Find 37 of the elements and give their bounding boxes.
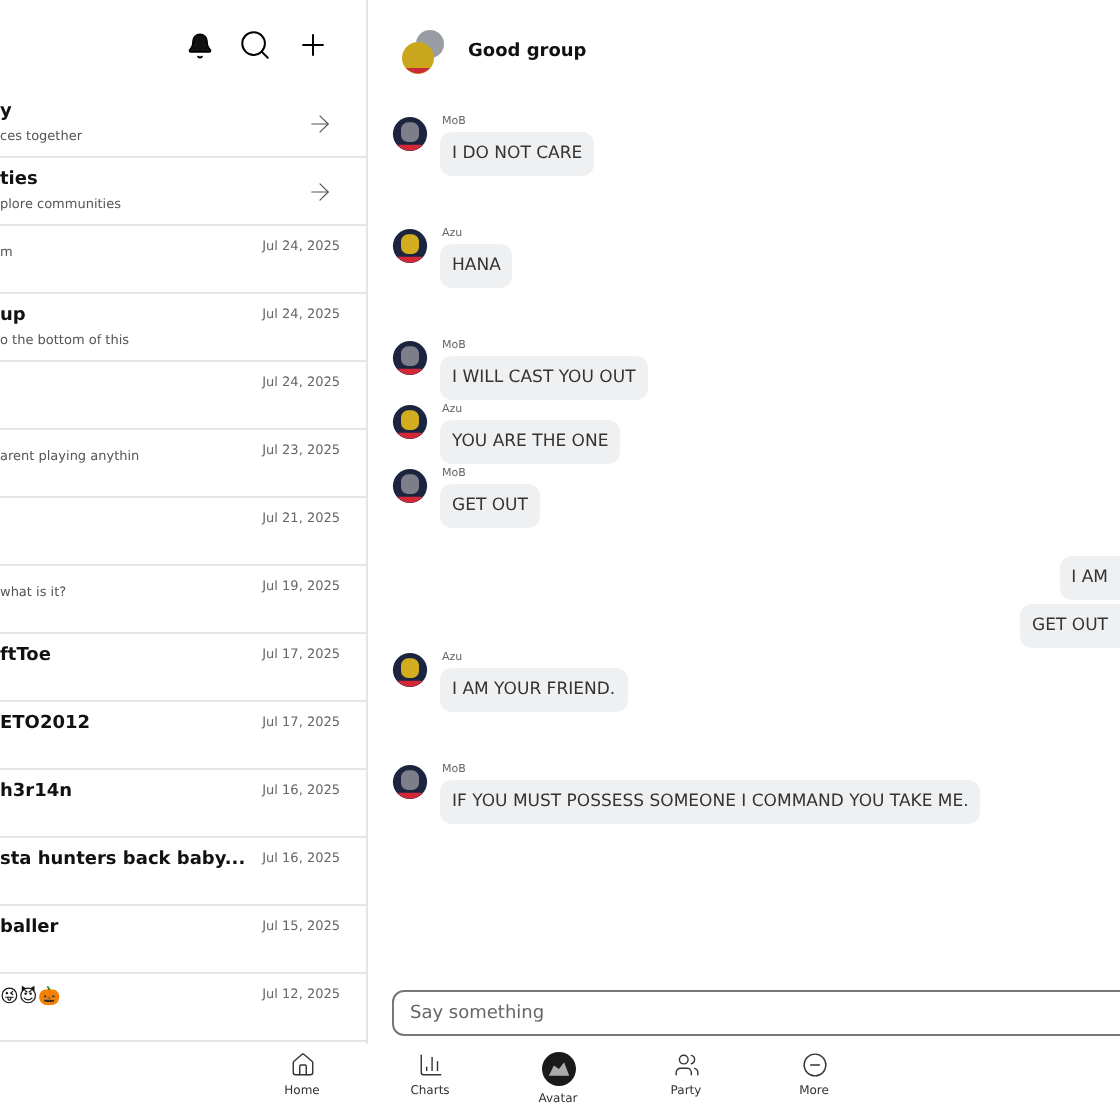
chat-name: ftToe <box>0 646 51 666</box>
user-avatar[interactable] <box>392 764 428 800</box>
search-icon[interactable] <box>238 28 272 62</box>
people-icon <box>673 1052 699 1078</box>
user-avatar[interactable] <box>392 468 428 504</box>
arrow-right-icon <box>306 177 334 205</box>
shortcut-title: y <box>0 102 14 122</box>
message-input[interactable]: Say something <box>392 990 1120 1036</box>
message-bubble: GET OUT <box>440 484 540 528</box>
message-bubble: GET OUT <box>1020 604 1120 648</box>
chat-name: ETO2012 <box>0 714 90 734</box>
bar-chart-icon <box>417 1052 443 1078</box>
chat-title: Good group <box>468 42 587 62</box>
message-bubble: IF YOU MUST POSSESS SOMEONE I COMMAND YOU TAKE ME. <box>440 780 981 824</box>
message-bubble: YOU ARE THE ONE <box>440 420 621 464</box>
message-bubble: I AM <box>1059 556 1120 600</box>
avatar-circle-icon <box>541 1052 575 1086</box>
user-avatar[interactable] <box>392 404 428 440</box>
shortcut-title: ties <box>0 170 40 190</box>
house-icon <box>289 1052 315 1078</box>
minus-circle-icon <box>801 1052 827 1078</box>
arrow-right-icon <box>306 109 334 137</box>
user-avatar[interactable] <box>392 652 428 688</box>
chat-name: sta hunters back baby... <box>0 850 246 870</box>
bell-icon[interactable] <box>186 31 214 59</box>
message-bubble: I DO NOT CARE <box>440 132 595 176</box>
chat-name: baller <box>0 918 59 938</box>
user-avatar[interactable] <box>392 340 428 376</box>
chat-name: h3r14n <box>0 782 73 802</box>
user-avatar[interactable] <box>392 228 428 264</box>
message-bubble: I WILL CAST YOU OUT <box>440 356 648 400</box>
message-bubble: I AM YOUR FRIEND. <box>440 668 628 712</box>
user-avatar[interactable] <box>392 116 428 152</box>
chat-name: 😜😈🎃 <box>0 986 60 1008</box>
message-bubble: HANA <box>440 244 513 288</box>
chat-name: up <box>0 306 28 326</box>
plus-icon[interactable] <box>296 28 330 62</box>
